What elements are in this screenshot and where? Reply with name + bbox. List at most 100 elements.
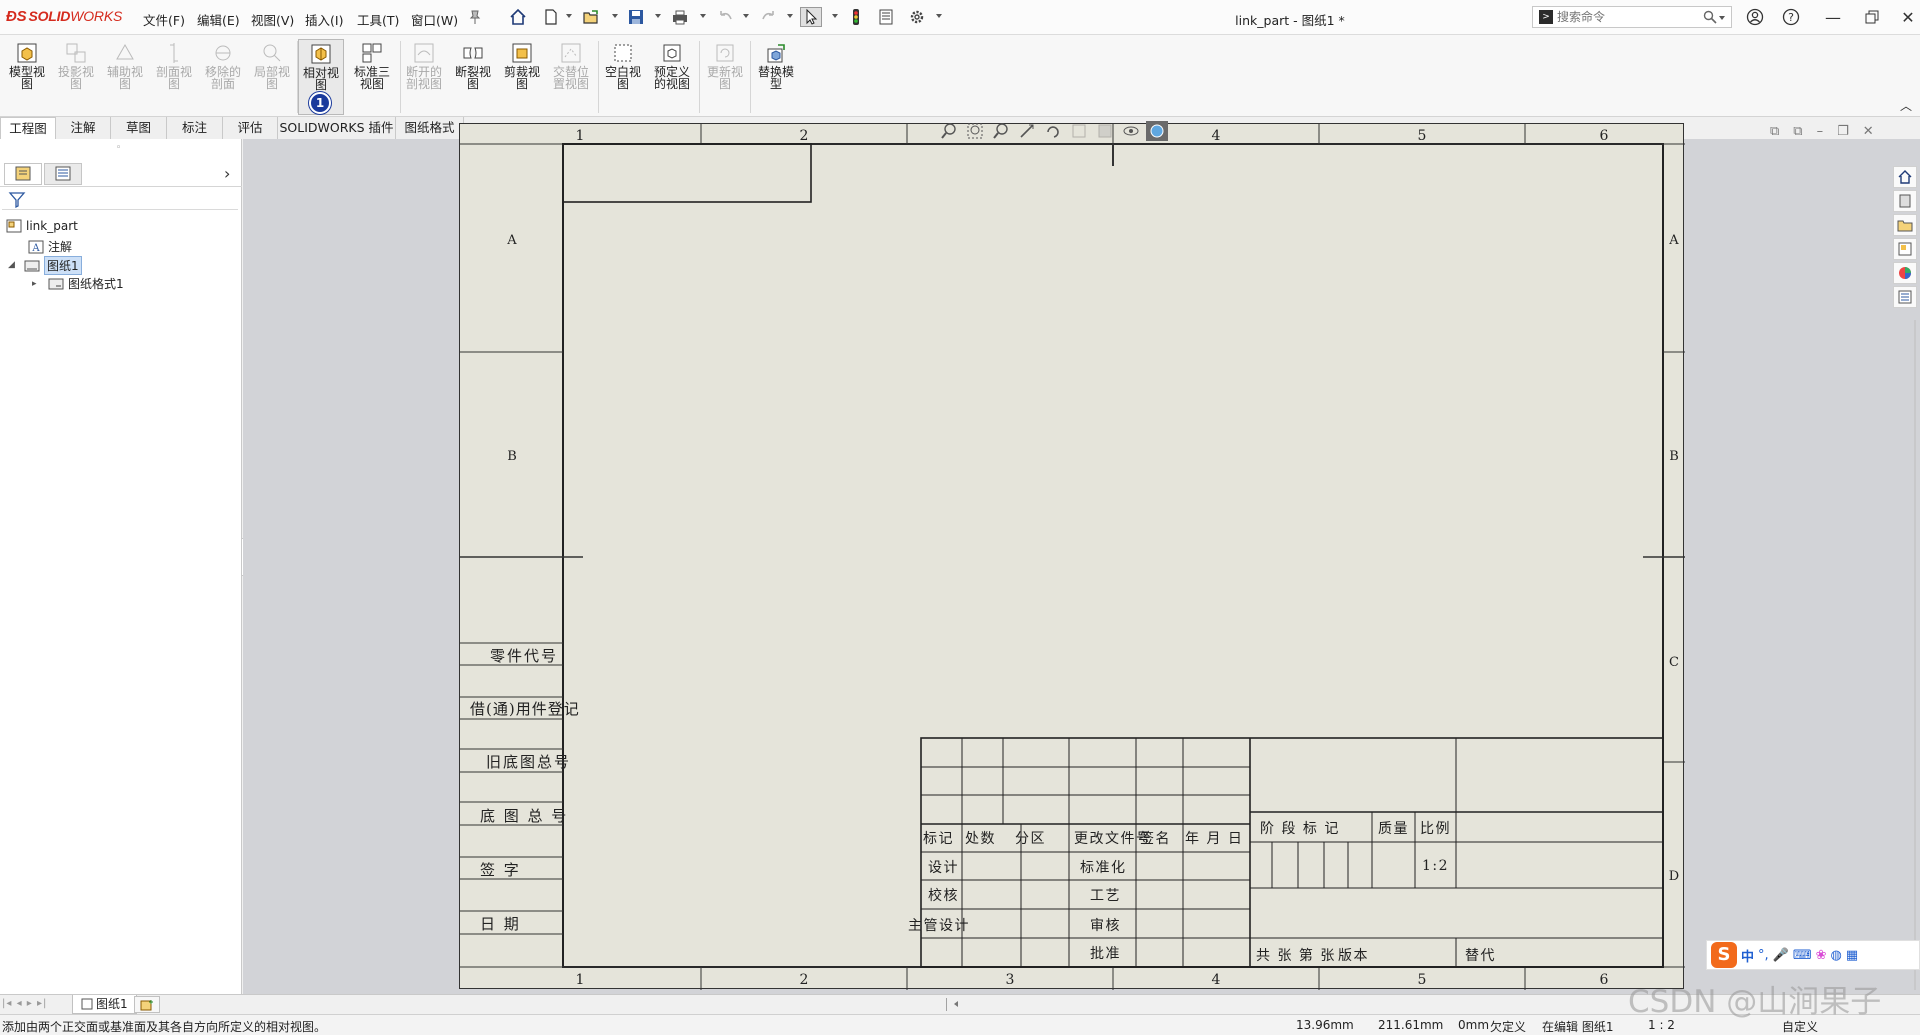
restore-icon[interactable] [1857,5,1887,29]
search-dropdown-icon[interactable] [1719,16,1725,20]
sheet-tab-sheet1[interactable]: 图纸1 [72,995,137,1014]
add-sheet-button[interactable] [134,996,160,1013]
redo-dropdown-icon[interactable] [787,14,793,18]
tree-item-sheet[interactable]: 图纸1 [24,256,82,275]
zoom-to-fit-icon[interactable] [938,121,960,141]
microphone-icon[interactable]: 🎤 [1773,948,1789,963]
rebuild-traffic-light-icon[interactable] [845,7,867,27]
pin-icon[interactable] [464,7,486,27]
view-orientation-icon[interactable] [1068,121,1090,141]
solidworks-logo[interactable]: ƉS SOLIDWORKS [6,8,122,25]
section-view-button[interactable]: 剖面视图 [151,39,197,115]
chevron-right-icon[interactable]: › [224,164,230,183]
crop-view-button[interactable]: 剪裁视图 [499,39,545,115]
search-icon[interactable] [1703,10,1717,27]
tree-expand-toggle-icon[interactable]: ◢ [8,260,15,270]
tab-annotation[interactable]: 注解 [56,117,111,139]
tile-left-icon[interactable]: ⧉ [1770,124,1779,139]
keyboard-icon[interactable]: ⌨ [1793,948,1812,963]
select-cursor-icon[interactable] [800,7,822,27]
ribbon-collapse-icon[interactable]: ︿ [1900,97,1912,114]
file-properties-icon[interactable] [875,7,897,27]
menu-insert[interactable]: 插入(I) [305,10,343,29]
select-dropdown-icon[interactable] [832,14,838,18]
detail-view-button[interactable]: 局部视图 [249,39,295,115]
tab-drawing[interactable]: 工程图 [0,117,56,139]
account-icon[interactable] [1740,5,1770,29]
menu-file[interactable]: 文件(F) [143,10,185,29]
home-icon[interactable] [507,7,529,27]
pan-icon[interactable] [1016,121,1038,141]
projected-view-button[interactable]: 投影视图 [53,39,99,115]
rotate-view-icon[interactable] [1042,121,1064,141]
save-icon[interactable] [625,7,647,27]
tab-markup[interactable]: 标注 [167,117,223,139]
undo-dropdown-icon[interactable] [743,14,749,18]
tree-root-part[interactable]: link_part [6,219,78,233]
appearances-icon[interactable] [1893,262,1917,284]
ime-menu-icon[interactable]: ▦ [1846,948,1858,963]
tree-item-sheet-format[interactable]: 图纸格式1 [48,275,124,292]
break-view-button[interactable]: 断裂视图 [450,39,496,115]
tab-sheet-format[interactable]: 图纸格式 [396,117,464,139]
task-pane-scrollbar[interactable] [1912,320,1918,990]
zoom-to-area-icon[interactable] [964,121,986,141]
alternate-position-button[interactable]: 交替位置视图 [548,39,594,115]
tile-right-icon[interactable]: ⧉ [1793,124,1802,139]
menu-view[interactable]: 视图(V) [251,10,294,29]
menu-tools[interactable]: 工具(T) [357,10,399,29]
property-manager-tab[interactable] [44,163,82,185]
menu-window[interactable]: 窗口(W) [411,10,458,29]
punctuation-icon[interactable]: °, [1758,948,1769,963]
file-explorer-icon[interactable] [1893,214,1917,236]
graphics-minimize-icon[interactable]: – [1817,124,1824,139]
options-gear-icon[interactable] [906,7,928,27]
game-icon[interactable]: ◍ [1831,948,1842,963]
previous-view-icon[interactable] [990,121,1012,141]
new-document-icon[interactable] [540,7,562,27]
undo-icon[interactable] [714,7,736,27]
graphics-close-icon[interactable]: ✕ [1863,124,1874,139]
options-dropdown-icon[interactable] [936,14,942,18]
new-dropdown-icon[interactable] [566,14,572,18]
view-palette-icon[interactable] [1893,238,1917,260]
menu-edit[interactable]: 编辑(E) [197,10,240,29]
standard-3view-button[interactable]: 标准三视图 [349,39,395,115]
custom-properties-icon[interactable] [1893,286,1917,308]
command-search[interactable]: > [1532,6,1732,28]
skin-icon[interactable]: ❀ [1816,948,1827,963]
close-icon[interactable]: ✕ [1893,5,1920,29]
auxiliary-view-button[interactable]: 辅助视图 [102,39,148,115]
graphics-restore-icon[interactable]: ❐ [1837,124,1849,139]
tree-filter[interactable] [2,188,238,210]
redo-icon[interactable] [758,7,780,27]
predefined-view-button[interactable]: 预定义的视图 [649,39,695,115]
hide-show-items-icon[interactable] [1120,121,1142,141]
display-style-icon[interactable] [1094,121,1116,141]
print-dropdown-icon[interactable] [700,14,706,18]
tab-sketch[interactable]: 草图 [111,117,167,139]
drawing-sheet[interactable]: 1 2 4 5 6 1 2 3 4 5 6 A B A B C D 零件代号 借… [459,123,1685,990]
minimize-icon[interactable]: — [1818,5,1848,29]
model-view-button[interactable]: 模型视图 [4,39,50,115]
open-dropdown-icon[interactable] [612,14,618,18]
empty-view-button[interactable]: 空白视图 [600,39,646,115]
replace-model-button[interactable]: 替换模型 [753,39,799,115]
solidworks-resources-icon[interactable] [1893,166,1917,188]
update-view-button[interactable]: 更新视图 [702,39,748,115]
sheet-nav-arrows-icon[interactable]: |◂ ◂ ▸ ▸| [2,998,47,1009]
design-library-icon[interactable] [1893,190,1917,212]
tab-evaluate[interactable]: 评估 [223,117,278,139]
search-input[interactable] [1557,9,1697,25]
feature-manager-tab[interactable] [4,163,42,185]
tree-item-annotations[interactable]: A 注解 [28,238,72,255]
save-dropdown-icon[interactable] [655,14,661,18]
print-icon[interactable] [669,7,691,27]
open-icon[interactable] [580,7,602,27]
broken-out-section-button[interactable]: 断开的剖视图 [401,39,447,115]
panel-grip-icon[interactable]: ◦ [116,143,121,153]
removed-section-button[interactable]: 移除的剖面 [200,39,246,115]
tree-collapsed-toggle-icon[interactable]: ▸ [32,279,37,289]
help-icon[interactable]: ? [1776,5,1806,29]
appearance-sphere-icon[interactable] [1146,121,1168,141]
